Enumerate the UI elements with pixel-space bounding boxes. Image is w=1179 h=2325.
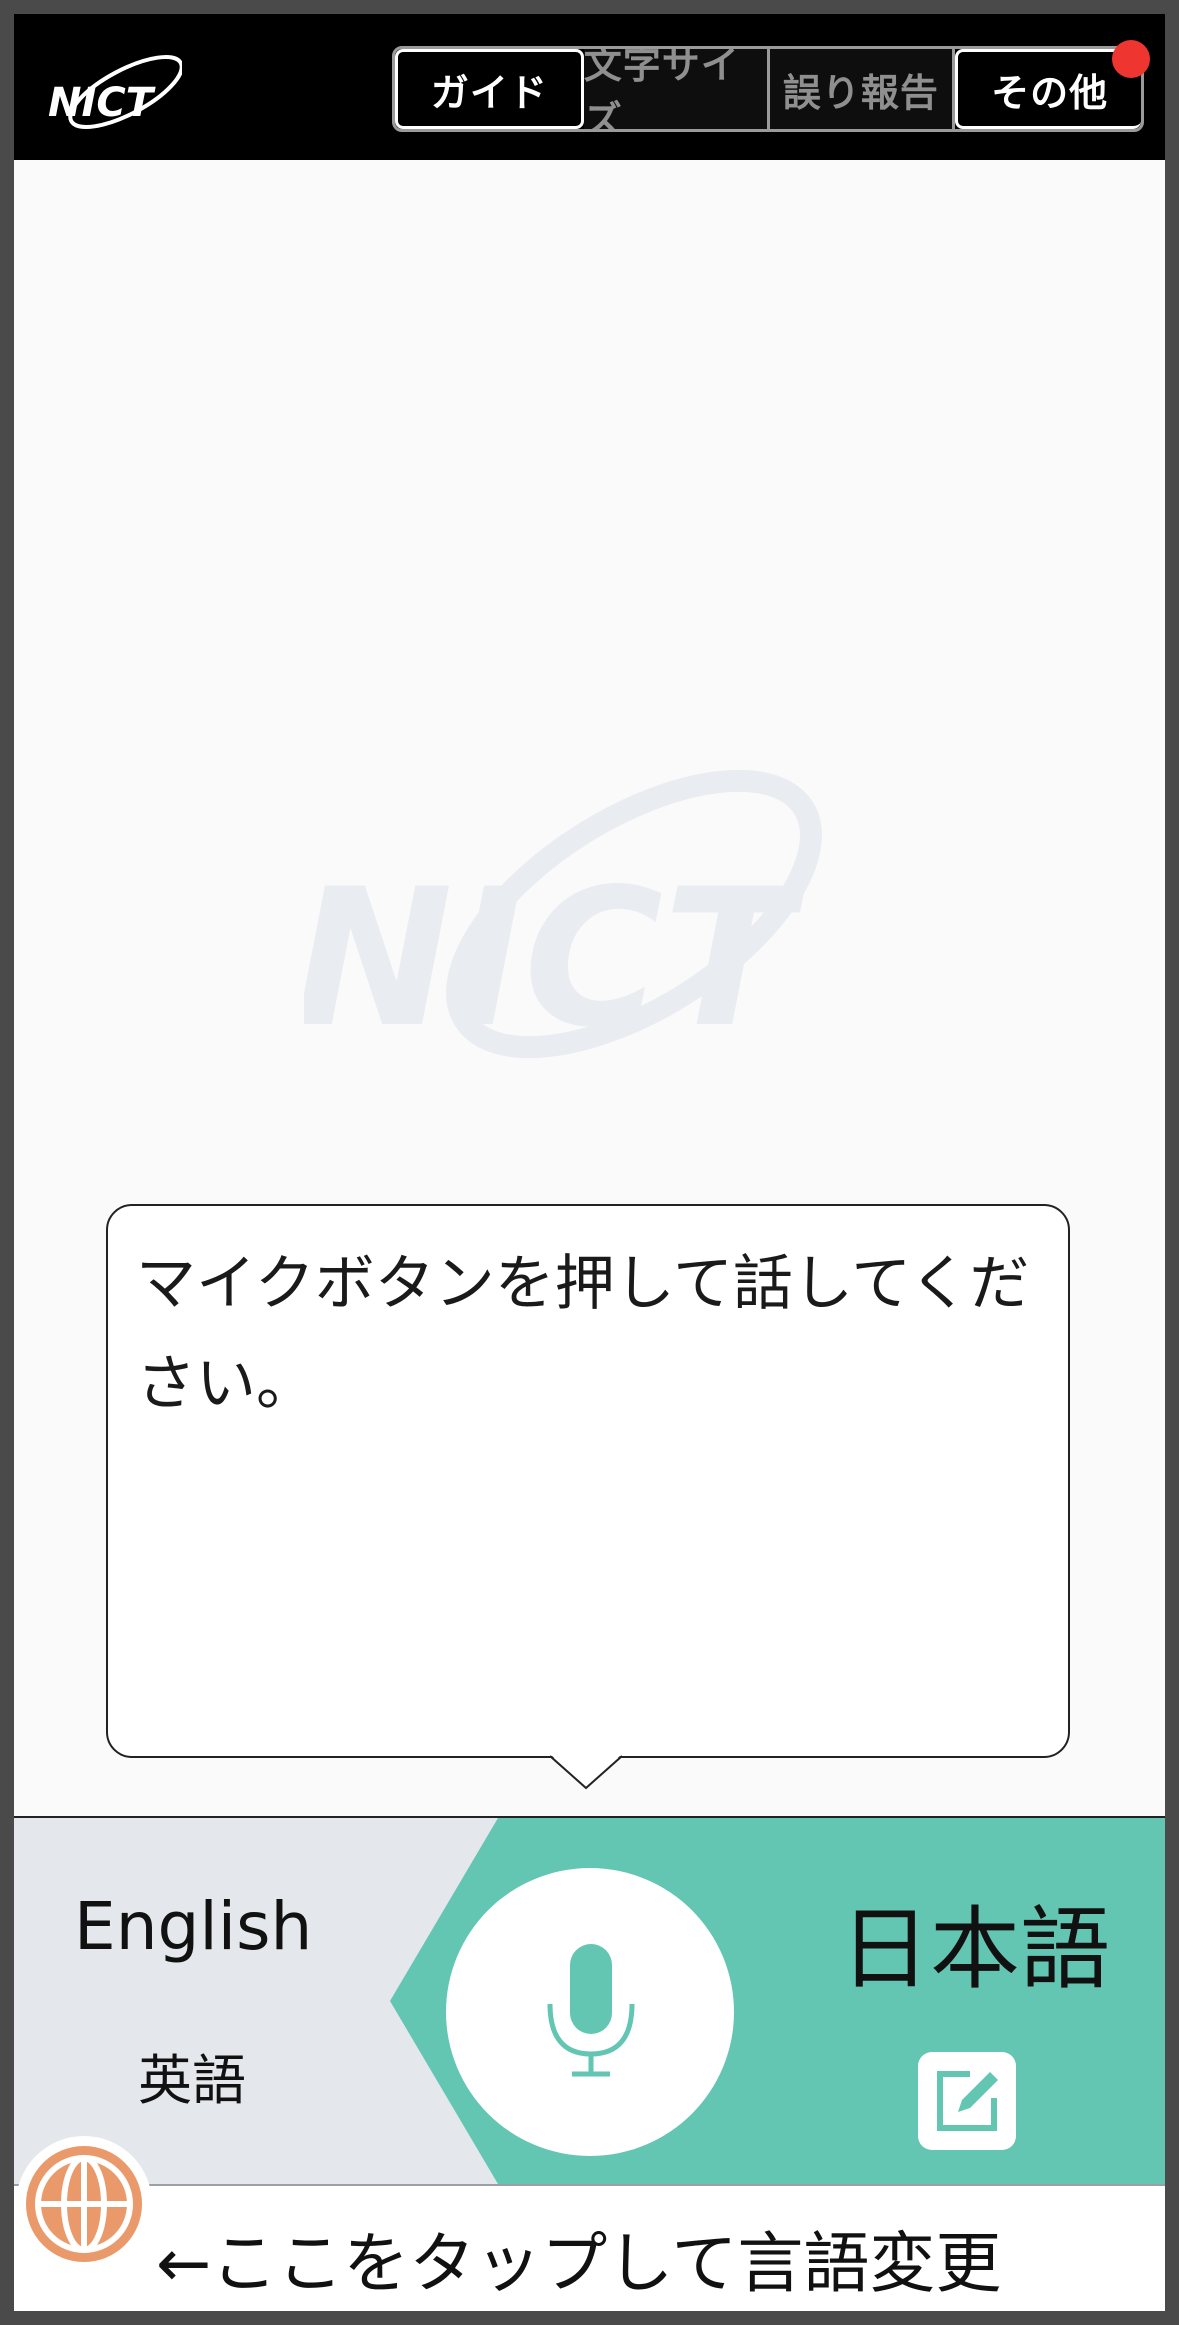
microphone-button[interactable]	[446, 1868, 734, 2156]
notification-badge	[1112, 40, 1150, 78]
target-language-label[interactable]: 日本語	[840, 1876, 1110, 2006]
globe-icon[interactable]	[14, 2134, 154, 2274]
nict-logo: NICT	[48, 55, 182, 129]
edit-icon	[937, 2071, 998, 2131]
app-frame: NICT ガイド 文字サイズ 誤り報告 その他 NICT マイクボタンを押して話…	[14, 14, 1165, 2311]
text-size-button[interactable]: 文字サイズ	[583, 49, 770, 129]
bubble-tail	[550, 1754, 622, 1790]
guide-button[interactable]: ガイド	[395, 49, 584, 129]
text-input-button[interactable]	[918, 2052, 1016, 2150]
source-language-label[interactable]: English	[74, 1888, 312, 1965]
error-report-button[interactable]: 誤り報告	[769, 49, 956, 129]
speech-prompt-bubble: マイクボタンを押して話してください。	[106, 1204, 1070, 1758]
microphone-icon	[547, 1944, 635, 2077]
watermark-text: NICT	[304, 848, 806, 1069]
source-language-native: 英語	[138, 2049, 246, 2112]
nict-watermark: NICT	[304, 769, 822, 1069]
logo-text: NICT	[48, 80, 156, 126]
language-change-hint: ←ここをタップして言語変更	[156, 2225, 1002, 2302]
top-bar: NICT ガイド 文字サイズ 誤り報告 その他	[14, 14, 1165, 160]
header-segmented-control: ガイド 文字サイズ 誤り報告 その他	[392, 46, 1144, 132]
language-panel: English 英語 日本語	[14, 1818, 1165, 2184]
prompt-message: マイクボタンを押して話してください。	[136, 1249, 1030, 1419]
